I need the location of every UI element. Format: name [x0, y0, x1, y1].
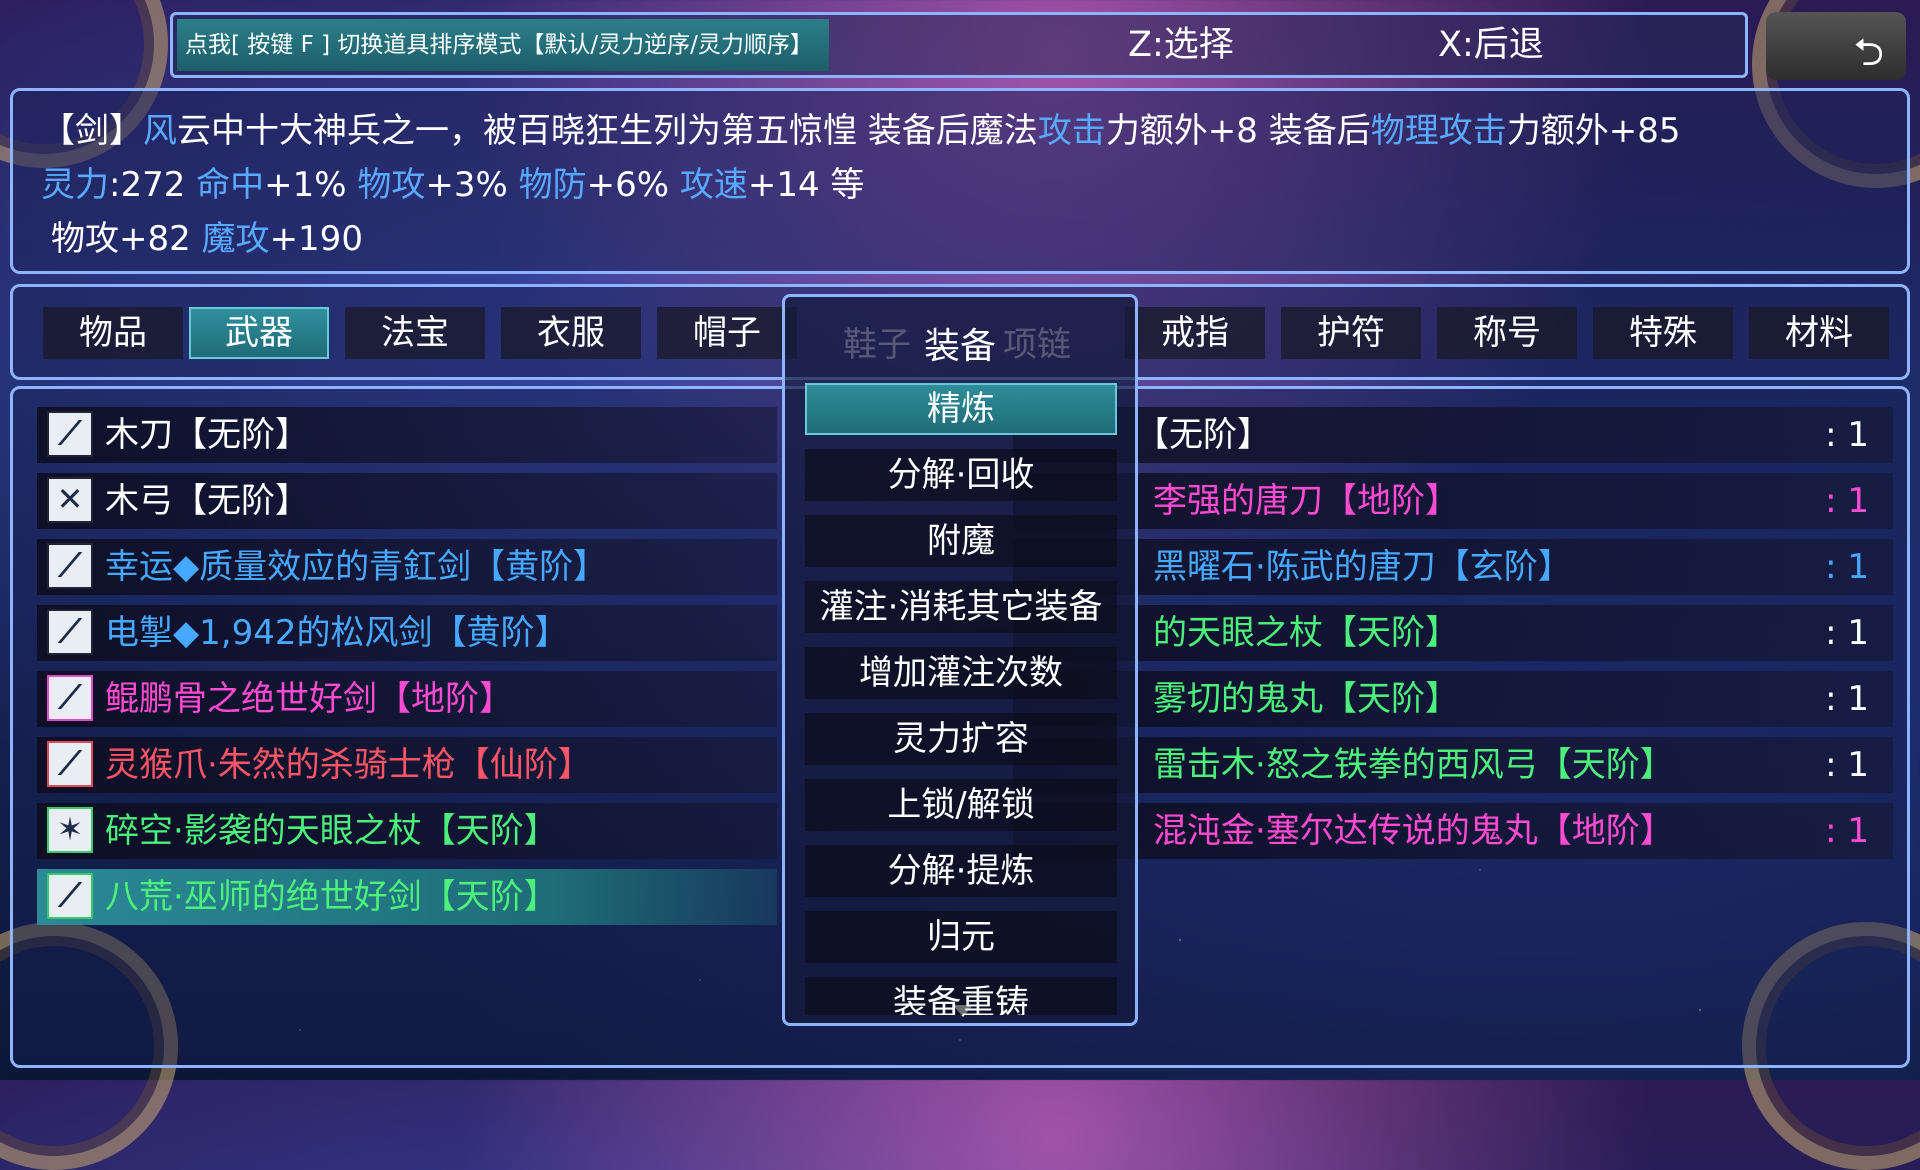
description-segment: 命中	[196, 165, 265, 205]
item-count: : 1	[1825, 745, 1869, 785]
item-name: 的天眼之杖【天阶】	[1153, 613, 1459, 653]
sort-mode-button[interactable]: 点我[ 按键 F ] 切换道具排序模式【默认/灵力逆序/灵力顺序】	[177, 19, 829, 71]
menu-item[interactable]: 附魔	[805, 515, 1117, 567]
staff-icon: ✶	[47, 807, 93, 853]
spear-icon: ⟋	[47, 741, 93, 787]
description-line-3: 物攻+82 魔攻+190	[51, 211, 363, 260]
description-segment: 【剑】	[41, 111, 143, 151]
item-row[interactable]: ⟋ 木刀【无阶】	[37, 407, 777, 463]
description-segment: 攻击	[1037, 111, 1106, 151]
item-row[interactable]: 雾切的鬼丸【天阶】 : 1	[1013, 671, 1893, 727]
item-name: 李强的唐刀【地阶】	[1153, 481, 1459, 521]
item-row[interactable]: ✶ 碎空·影袭的天眼之杖【天阶】	[37, 803, 777, 859]
item-count: : 1	[1825, 811, 1869, 851]
bow-icon: ✕	[47, 477, 93, 523]
item-row[interactable]: 【无阶】 : 1	[1013, 407, 1893, 463]
description-segment: 物攻	[357, 165, 426, 205]
hint-select: Z:选择	[1128, 25, 1234, 65]
menu-item[interactable]: 分解·提炼	[805, 845, 1117, 897]
item-name: 黑曜石·陈武的唐刀【玄阶】	[1153, 547, 1572, 587]
item-row[interactable]: 混沌金·塞尔达传说的鬼丸【地阶】 : 1	[1013, 803, 1893, 859]
description-segment: 风	[143, 111, 177, 151]
menu-item[interactable]: 装备重铸	[805, 977, 1117, 1015]
description-segment: 物理攻击	[1370, 111, 1507, 151]
description-segment: +3%	[425, 165, 519, 205]
top-bar: 点我[ 按键 F ] 切换道具排序模式【默认/灵力逆序/灵力顺序】 Z:选择 X…	[170, 12, 1748, 78]
item-name: 碎空·影袭的天眼之杖【天阶】	[105, 811, 558, 851]
item-name: 木刀【无阶】	[105, 415, 309, 455]
description-segment: 灵力	[41, 165, 109, 205]
tab-3[interactable]: 衣服	[501, 307, 641, 359]
item-count: : 1	[1825, 481, 1869, 521]
menu-item[interactable]: 归元	[805, 911, 1117, 963]
menu-item[interactable]: 分解·回收	[805, 449, 1117, 501]
tab-10[interactable]: 特殊	[1593, 307, 1733, 359]
description-line-1: 【剑】风云中十大神兵之一，被百晓狂生列为第五惊惶 装备后魔法攻击力额外+8 装备…	[41, 103, 1681, 152]
hint-back: X:后退	[1438, 25, 1544, 65]
description-segment: 攻速	[679, 165, 748, 205]
description-line-2: 灵力:272 命中+1% 物攻+3% 物防+6% 攻速+14 等	[41, 157, 864, 206]
description-segment: 力额外+8 装备后	[1105, 111, 1371, 151]
item-row[interactable]: ⟋ 鲲鹏骨之绝世好剑【地阶】	[37, 671, 777, 727]
tab-1[interactable]: 武器	[189, 307, 329, 359]
tab-4[interactable]: 帽子	[657, 307, 797, 359]
tab-0[interactable]: 物品	[43, 307, 183, 359]
item-count: : 1	[1825, 613, 1869, 653]
item-name: 木弓【无阶】	[105, 481, 309, 521]
sword-icon: ⟋	[47, 543, 93, 589]
sword-icon: ⟋	[47, 411, 93, 457]
description-segment: 物防	[518, 165, 587, 205]
item-name: 【无阶】	[1135, 415, 1271, 455]
description-segment: +1%	[264, 165, 358, 205]
item-count: : 1	[1825, 679, 1869, 719]
item-count: : 1	[1825, 547, 1869, 587]
menu-item[interactable]: 灌注·消耗其它装备	[805, 581, 1117, 633]
equipment-context-menu: 鞋子 项链 装备 精炼 分解·回收 附魔 灌注·消耗其它装备 增加灌注次数 灵力扩容 上锁/…	[782, 294, 1138, 1026]
back-button[interactable]: ⮌	[1766, 12, 1906, 80]
menu-item[interactable]: 灵力扩容	[805, 713, 1117, 765]
menu-title: 装备	[923, 326, 996, 367]
undo-arrow-icon: ⮌	[1853, 30, 1884, 74]
item-description-panel: 【剑】风云中十大神兵之一，被百晓狂生列为第五惊惶 装备后魔法攻击力额外+8 装备…	[10, 88, 1910, 274]
description-segment: 力额外+85	[1506, 111, 1681, 151]
item-name: 灵猴爪·朱然的杀骑士枪【仙阶】	[105, 745, 592, 785]
item-name: 电掣◆1,942的松风剑【黄阶】	[105, 613, 569, 653]
menu-item[interactable]: 精炼	[805, 383, 1117, 435]
tab-11[interactable]: 材料	[1749, 307, 1889, 359]
menu-item[interactable]: 上锁/解锁	[805, 779, 1117, 831]
item-row[interactable]: ⟋ 灵猴爪·朱然的杀骑士枪【仙阶】	[37, 737, 777, 793]
item-row[interactable]: ⟋ 八荒·巫师的绝世好剑【天阶】	[37, 869, 777, 925]
tab-2[interactable]: 法宝	[345, 307, 485, 359]
description-segment: +14 等	[747, 165, 865, 205]
item-name: 混沌金·塞尔达传说的鬼丸【地阶】	[1153, 811, 1674, 851]
tab-9[interactable]: 称号	[1437, 307, 1577, 359]
item-row[interactable]: 的天眼之杖【天阶】 : 1	[1013, 605, 1893, 661]
description-segment: 物攻+82	[51, 219, 202, 259]
item-row[interactable]: 黑曜石·陈武的唐刀【玄阶】 : 1	[1013, 539, 1893, 595]
description-segment: :272	[109, 165, 197, 205]
item-row[interactable]: ✕ 木弓【无阶】	[37, 473, 777, 529]
menu-item[interactable]: 增加灌注次数	[805, 647, 1117, 699]
tab-7[interactable]: 戒指	[1125, 307, 1265, 359]
item-name: 幸运◆质量效应的青釭剑【黄阶】	[105, 547, 608, 587]
item-row[interactable]: 李强的唐刀【地阶】 : 1	[1013, 473, 1893, 529]
item-name: 鲲鹏骨之绝世好剑【地阶】	[105, 679, 513, 719]
item-count: : 1	[1825, 415, 1869, 455]
description-segment: +190	[269, 219, 363, 259]
item-name: 雷击木·怒之铁拳的西风弓【天阶】	[1153, 745, 1674, 785]
description-segment: 魔攻	[201, 219, 270, 259]
sword-icon: ⟋	[47, 873, 93, 919]
item-name: 雾切的鬼丸【天阶】	[1153, 679, 1459, 719]
item-name: 八荒·巫师的绝世好剑【天阶】	[105, 877, 558, 917]
item-row[interactable]: 雷击木·怒之铁拳的西风弓【天阶】 : 1	[1013, 737, 1893, 793]
item-row[interactable]: ⟋ 幸运◆质量效应的青釭剑【黄阶】	[37, 539, 777, 595]
sword-icon: ⟋	[47, 609, 93, 655]
description-segment: +6%	[586, 165, 680, 205]
description-segment: 云中十大神兵之一，被百晓狂生列为第五惊惶 装备后魔法	[177, 111, 1038, 151]
tab-8[interactable]: 护符	[1281, 307, 1421, 359]
sword-icon: ⟋	[47, 675, 93, 721]
item-row[interactable]: ⟋ 电掣◆1,942的松风剑【黄阶】	[37, 605, 777, 661]
